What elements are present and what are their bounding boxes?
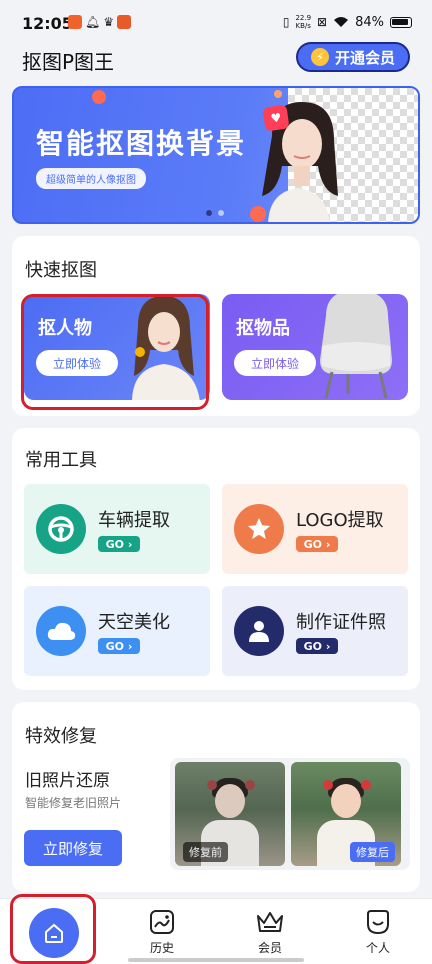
crown-icon bbox=[257, 912, 283, 932]
app-notification-icon-2 bbox=[117, 15, 131, 29]
photo-figure bbox=[331, 784, 361, 818]
go-badge[interactable]: GO › bbox=[98, 536, 140, 552]
cutout-object-tile[interactable]: 抠物品 立即体验 bbox=[222, 294, 408, 400]
nav-profile-label: 个人 bbox=[365, 941, 390, 955]
go-badge[interactable]: GO › bbox=[296, 536, 338, 552]
go-badge[interactable]: GO › bbox=[296, 638, 338, 654]
wifi-icon bbox=[334, 17, 349, 27]
speed-unit: KB/s bbox=[295, 22, 311, 30]
quick-cutout-title: 快速抠图 bbox=[25, 260, 97, 281]
tool-vehicle-extract[interactable]: 车辆提取 GO › bbox=[24, 484, 210, 574]
decor-dot bbox=[92, 90, 106, 104]
after-label: 修复后 bbox=[350, 842, 395, 862]
app-notification-icon bbox=[68, 15, 82, 29]
battery-icon bbox=[390, 16, 412, 28]
pagination-dot bbox=[218, 210, 224, 216]
nav-membership-label: 会员 bbox=[257, 941, 282, 955]
star-icon bbox=[234, 504, 284, 554]
vibrate-icon: ▯ bbox=[282, 15, 290, 29]
nav-history-label: 历史 bbox=[149, 941, 174, 955]
highlight-annotation bbox=[10, 894, 96, 964]
banner-model-image bbox=[262, 102, 338, 222]
chair-image bbox=[320, 294, 392, 399]
effect-repair-title: 特效修复 bbox=[25, 726, 97, 747]
pagination-dot bbox=[206, 210, 212, 216]
go-label: GO bbox=[105, 537, 124, 551]
tool-sky-beautify[interactable]: 天空美化 GO › bbox=[24, 586, 210, 676]
speed-value: 22.9 bbox=[295, 14, 312, 22]
banner-subtitle: 超级简单的人像抠图 bbox=[36, 168, 146, 189]
nav-membership[interactable]: 会员 bbox=[216, 899, 324, 964]
app-title: 抠图P图王 bbox=[22, 50, 115, 74]
gesture-bar bbox=[128, 958, 304, 962]
lightning-icon: ⚡ bbox=[310, 48, 329, 66]
repair-now-button[interactable]: 立即修复 bbox=[24, 830, 122, 866]
common-tools-card: 常用工具 车辆提取 GO › LOGO提取 GO › 天空美化 GO › 制作证… bbox=[12, 428, 420, 690]
network-speed: 22.9 KB/s bbox=[295, 14, 311, 30]
old-photo-restore-desc: 智能修复老旧照片 bbox=[25, 796, 122, 810]
highlight-annotation bbox=[21, 294, 209, 410]
tool-id-photo[interactable]: 制作证件照 GO › bbox=[222, 586, 408, 676]
battery-percent: 84% bbox=[355, 14, 384, 30]
banner-pagination bbox=[206, 210, 224, 216]
go-label: GO bbox=[303, 537, 322, 551]
heart-icon: ♥ bbox=[262, 104, 290, 132]
status-time: 12:05 bbox=[22, 14, 73, 33]
cloud-icon bbox=[36, 606, 86, 656]
common-tools-title: 常用工具 bbox=[25, 450, 97, 471]
steering-wheel-icon bbox=[36, 504, 86, 554]
photo-figure bbox=[323, 780, 333, 790]
nav-history[interactable]: 历史 bbox=[108, 899, 216, 964]
photo-figure bbox=[215, 784, 245, 818]
photo-figure bbox=[207, 780, 217, 790]
photo-figure bbox=[245, 780, 255, 790]
open-vip-label: 开通会员 bbox=[334, 48, 395, 67]
profile-icon bbox=[367, 910, 389, 935]
nav-profile[interactable]: 个人 bbox=[324, 899, 432, 964]
go-label: GO bbox=[105, 639, 124, 653]
bell-icon: 🔔︎ bbox=[85, 15, 101, 29]
promo-banner[interactable]: 智能抠图换背景 超级简单的人像抠图 ♥ bbox=[12, 86, 420, 224]
photo-figure bbox=[361, 780, 371, 790]
status-bar: 12:05 🔔︎ ♛ ▯ 22.9 KB/s ⊠ 84% bbox=[0, 0, 432, 36]
open-vip-button[interactable]: ⚡ 开通会员 bbox=[296, 42, 410, 72]
cutout-object-label: 抠物品 bbox=[236, 318, 290, 339]
cutout-object-try-button[interactable]: 立即体验 bbox=[234, 350, 316, 376]
before-label: 修复前 bbox=[183, 842, 228, 862]
history-icon bbox=[150, 910, 174, 934]
go-badge[interactable]: GO › bbox=[98, 638, 140, 654]
go-label: GO bbox=[303, 639, 322, 653]
before-after-preview[interactable]: 修复前 修复后 bbox=[170, 758, 410, 870]
tool-name: 车辆提取 bbox=[98, 510, 170, 531]
before-photo: 修复前 bbox=[175, 762, 285, 866]
quick-cutout-card: 快速抠图 抠人物 立即体验 抠物品 立即体验 bbox=[12, 236, 420, 416]
tool-name: 天空美化 bbox=[98, 612, 170, 633]
tool-logo-extract[interactable]: LOGO提取 GO › bbox=[222, 484, 408, 574]
effect-repair-card: 特效修复 旧照片还原 智能修复老旧照片 立即修复 修复前 修复后 bbox=[12, 702, 420, 892]
old-photo-restore-title: 旧照片还原 bbox=[25, 771, 110, 791]
status-right: ▯ 22.9 KB/s ⊠ 84% bbox=[283, 14, 412, 30]
tool-name: 制作证件照 bbox=[296, 612, 386, 633]
person-icon bbox=[234, 606, 284, 656]
tool-name: LOGO提取 bbox=[296, 510, 384, 531]
crown-notification-icon: ♛ bbox=[103, 15, 114, 29]
sim-icon: ⊠ bbox=[317, 15, 328, 29]
notification-icons: 🔔︎ ♛ bbox=[68, 15, 131, 29]
after-photo: 修复后 bbox=[291, 762, 401, 866]
banner-title: 智能抠图换背景 bbox=[36, 127, 247, 160]
